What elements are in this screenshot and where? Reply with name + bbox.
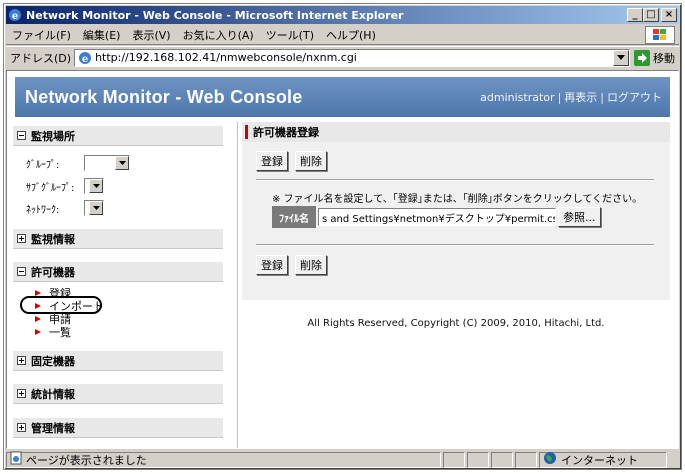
section-monitor-info[interactable]: 監視情報 xyxy=(13,229,223,249)
status-bar: ページが表示されました インターネット xyxy=(6,451,679,468)
svg-text:e: e xyxy=(82,54,88,65)
collapse-icon[interactable] xyxy=(17,267,26,276)
address-bar: アドレス(D) e http://192.168.102.41/nmwebcon… xyxy=(6,46,679,68)
browser-window: e Network Monitor - Web Console - Micros… xyxy=(3,3,682,470)
header-links: administrator | 再表示 | ログアウト xyxy=(480,91,662,104)
user-link[interactable]: administrator xyxy=(480,91,554,104)
refresh-link[interactable]: 再表示 xyxy=(564,91,597,104)
sidebar: 監視場所 ｸﾞﾙｰﾌﾟ: ｻﾌﾞｸﾞﾙｰﾌﾟ: ﾈｯﾄﾜｰｸ: 監視情報 許可機… xyxy=(13,122,235,448)
chevron-down-icon xyxy=(89,201,103,215)
highlight-ellipse xyxy=(20,296,102,314)
group-select[interactable] xyxy=(84,155,130,171)
status-cell xyxy=(515,451,537,468)
app-title: Network Monitor - Web Console xyxy=(25,86,303,107)
logout-link[interactable]: ログアウト xyxy=(607,91,662,104)
subgroup-field: ｻﾌﾞｸﾞﾙｰﾌﾟ: xyxy=(26,178,104,194)
chevron-down-icon xyxy=(89,179,103,193)
arrow-right-icon xyxy=(35,316,41,322)
go-arrow-icon xyxy=(634,49,650,66)
main-panel: 許可機器登録 登録 削除 ※ ファイル名を設定して、｢登録｣または、｢削除｣ボタ… xyxy=(242,122,670,302)
arrow-right-icon xyxy=(35,329,41,335)
maximize-button[interactable]: □ xyxy=(643,8,659,22)
address-input[interactable]: e http://192.168.102.41/nmwebconsole/nxn… xyxy=(74,48,630,67)
status-message: ページが表示されました xyxy=(6,451,441,468)
windows-flag-icon xyxy=(645,26,675,44)
divider xyxy=(256,179,654,181)
menu-view[interactable]: 表示(V) xyxy=(126,27,176,43)
section-management[interactable]: 管理情報 xyxy=(13,418,223,438)
group-field: ｸﾞﾙｰﾌﾟ: xyxy=(26,155,130,171)
resize-grip[interactable] xyxy=(667,452,679,468)
network-field: ﾈｯﾄﾜｰｸ: xyxy=(26,200,104,216)
page-done-icon xyxy=(9,451,23,468)
go-label: 移動 xyxy=(653,51,675,65)
window-title: Network Monitor - Web Console - Microsof… xyxy=(26,8,404,22)
menu-favorites[interactable]: お気に入り(A) xyxy=(177,27,260,43)
panel-body: 登録 削除 ※ ファイル名を設定して、｢登録｣または、｢削除｣ボタンをクリックし… xyxy=(242,142,670,300)
copyright-text: All Rights Reserved, Copyright (C) 2009,… xyxy=(307,318,605,329)
title-bar[interactable]: e Network Monitor - Web Console - Micros… xyxy=(6,6,679,24)
expand-icon[interactable] xyxy=(17,234,26,243)
register-button[interactable]: 登録 xyxy=(256,151,288,171)
address-url: http://192.168.102.41/nmwebconsole/nxnm.… xyxy=(95,51,357,64)
delete-button[interactable]: 削除 xyxy=(295,151,327,171)
menu-file[interactable]: ファイル(F) xyxy=(6,27,77,43)
status-cell xyxy=(443,451,465,468)
collapse-icon[interactable] xyxy=(17,131,26,140)
file-name-label: ﾌｧｲﾙ名 xyxy=(272,206,316,228)
menu-tools[interactable]: ツール(T) xyxy=(260,27,320,43)
panel-title-bar: 許可機器登録 xyxy=(242,122,670,142)
delete-button-bottom[interactable]: 削除 xyxy=(295,255,327,275)
network-select[interactable] xyxy=(84,200,104,216)
address-label: アドレス(D) xyxy=(10,51,72,65)
instruction-text: ※ ファイル名を設定して、｢登録｣または、｢削除｣ボタンをクリックしてください。 xyxy=(272,194,643,205)
svg-text:e: e xyxy=(12,11,18,22)
ie-logo-icon: e xyxy=(8,8,22,22)
section-monitor-location[interactable]: 監視場所 xyxy=(13,126,223,146)
file-name-input[interactable]: s and Settings¥netmon¥デスクトップ¥permit.csv xyxy=(318,208,556,226)
subgroup-select[interactable] xyxy=(84,178,104,194)
nav-list[interactable]: 一覧 xyxy=(35,324,71,340)
minimize-button[interactable]: _ xyxy=(627,8,643,22)
expand-icon[interactable] xyxy=(17,423,26,432)
section-permitted-devices[interactable]: 許可機器 xyxy=(13,262,223,282)
app-header: Network Monitor - Web Console administra… xyxy=(15,77,670,117)
status-cell xyxy=(491,451,513,468)
section-fixed-devices[interactable]: 固定機器 xyxy=(13,351,223,371)
section-statistics[interactable]: 統計情報 xyxy=(13,384,223,404)
globe-icon xyxy=(543,451,557,468)
chevron-down-icon xyxy=(115,156,129,170)
page-icon: e xyxy=(77,50,93,66)
menu-bar: ファイル(F) 編集(E) 表示(V) お気に入り(A) ツール(T) ヘルプ(… xyxy=(6,25,679,45)
menu-edit[interactable]: 編集(E) xyxy=(77,27,127,43)
page-viewport: Network Monitor - Web Console administra… xyxy=(6,70,679,449)
expand-icon[interactable] xyxy=(17,389,26,398)
go-button[interactable]: 移動 xyxy=(630,49,679,66)
security-zone: インターネット xyxy=(539,451,667,468)
panel-divider xyxy=(237,122,238,448)
close-button[interactable]: × xyxy=(661,8,677,22)
status-cell xyxy=(467,451,489,468)
address-dropdown-icon[interactable] xyxy=(613,49,629,66)
menu-help[interactable]: ヘルプ(H) xyxy=(320,27,382,43)
panel-title: 許可機器登録 xyxy=(253,126,319,139)
title-marker xyxy=(245,125,248,139)
browse-button[interactable]: 参照... xyxy=(558,207,601,227)
expand-icon[interactable] xyxy=(17,356,26,365)
register-button-bottom[interactable]: 登録 xyxy=(256,255,288,275)
divider xyxy=(256,244,654,246)
